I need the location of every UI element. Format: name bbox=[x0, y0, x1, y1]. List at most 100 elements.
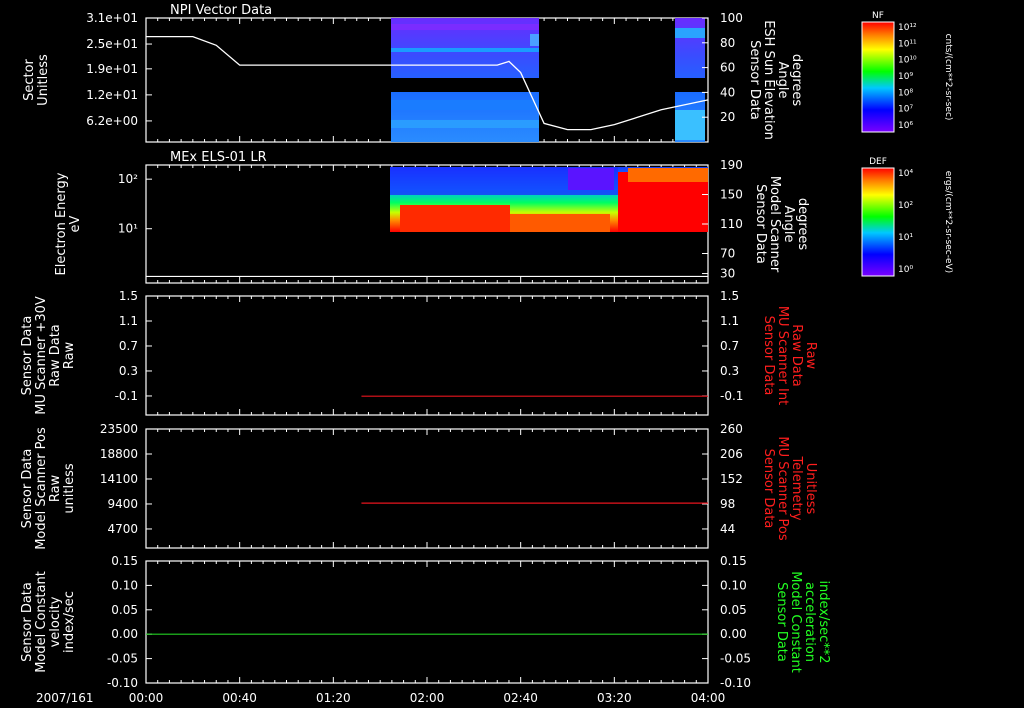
colorbar-units: ergs/(cm**2-sr-sec-eV) bbox=[943, 171, 953, 273]
ytick-right-p5: -0.10 bbox=[720, 676, 751, 690]
ytick-left-p1: 1.2e+01 bbox=[86, 88, 138, 102]
ytick-left-p4: 4700 bbox=[107, 522, 138, 536]
ytick-left-p2: 10² bbox=[118, 172, 138, 186]
ytick-right-p1: 100 bbox=[720, 11, 743, 25]
ytick-right-p5: 0.00 bbox=[720, 627, 747, 641]
ytick-right-p3: 0.7 bbox=[720, 339, 739, 353]
ytick-right-p4: 260 bbox=[720, 422, 743, 436]
els-spectrogram bbox=[390, 167, 708, 232]
ytick-left-p2: 10¹ bbox=[118, 222, 138, 236]
ytick-left-p4: 9400 bbox=[107, 497, 138, 511]
ylabel-left-line: index/sec bbox=[62, 591, 77, 653]
ytick-left-p4: 14100 bbox=[100, 472, 138, 486]
colorbar-tick: 10¹⁰ bbox=[898, 56, 917, 66]
ytick-right-p3: 0.3 bbox=[720, 364, 739, 378]
panel-frame-4 bbox=[145, 428, 709, 549]
ytick-left-p1: 6.2e+00 bbox=[86, 114, 138, 128]
panel-title-1: NPI Vector Data bbox=[170, 3, 272, 18]
ytick-left-p3: -0.1 bbox=[115, 389, 138, 403]
colorbar-tick: 10⁷ bbox=[898, 105, 913, 115]
ytick-right-p2: 30 bbox=[720, 267, 735, 281]
ylabel-left-p1: Sector Unitless bbox=[22, 54, 51, 106]
ylabel-left-line: Sensor Data bbox=[20, 582, 35, 662]
ylabel-left-line: unitless bbox=[62, 463, 77, 514]
ylabel-right-line: Sensor Data bbox=[753, 184, 768, 264]
ylabel-left-p2: Electron Energy eV bbox=[54, 172, 83, 275]
ytick-right-p2: 110 bbox=[720, 217, 743, 231]
ylabel-right-p5: Sensor Data Model Constant acceleration ind… bbox=[774, 571, 831, 673]
ytick-left-p3: 0.7 bbox=[119, 339, 138, 353]
xtick-label: 00:00 bbox=[129, 691, 164, 705]
ylabel-right-line: degrees bbox=[795, 198, 810, 251]
ytick-right-p3: 1.5 bbox=[720, 289, 739, 303]
ytick-right-p2: 70 bbox=[720, 247, 735, 261]
ytick-left-p3: 1.5 bbox=[119, 289, 138, 303]
xtick-label: 02:40 bbox=[503, 691, 538, 705]
ylabel-right-line: Sensor Data bbox=[761, 316, 776, 396]
ylabel-left-line: Raw Data bbox=[48, 324, 63, 387]
ytick-right-p1: 40 bbox=[720, 85, 735, 99]
panel-title-2: MEx ELS-01 LR bbox=[170, 150, 267, 165]
mission-plot: NPI Vector Data MEx ELS-01 LR 3.1e+01 2.5e+… bbox=[20, 3, 953, 705]
svg-text:ergs/(cm**2-sr-sec-eV): ergs/(cm**2-sr-sec-eV) bbox=[943, 171, 953, 273]
ytick-left-p5: -0.10 bbox=[107, 676, 138, 690]
ytick-left-p4: 18800 bbox=[100, 447, 138, 461]
colorbar-tick: 10⁹ bbox=[898, 72, 913, 82]
ylabel-right-p1: Sensor Data ESH Sun Elevation Angle degrees bbox=[747, 20, 804, 140]
ylabel-left-line: velocity bbox=[48, 596, 63, 647]
ylabel-right-line: MU Scanner Pos bbox=[775, 436, 790, 541]
colorbar-label: DEF bbox=[869, 157, 887, 167]
ytick-right-p2: 150 bbox=[720, 188, 743, 202]
ytick-right-p4: 152 bbox=[720, 472, 743, 486]
ytick-left-p1: 2.5e+01 bbox=[86, 37, 138, 51]
colorbar-tick: 10⁴ bbox=[898, 169, 913, 179]
ylabel-left-line: MU Scanner +30V bbox=[34, 296, 49, 415]
colorbar-tick: 10¹² bbox=[898, 23, 917, 33]
ylabel-right-line: degrees bbox=[789, 54, 804, 107]
xtick-label: 00:40 bbox=[222, 691, 257, 705]
date-label: 2007/161 bbox=[36, 691, 94, 705]
ytick-right-p5: 0.15 bbox=[720, 554, 747, 568]
colorbar-tick: 10⁰ bbox=[898, 265, 913, 275]
ylabel-right-line: Model Constant bbox=[788, 571, 803, 673]
ytick-left-p1: 1.9e+01 bbox=[86, 62, 138, 76]
ylabel-right-p4: Sensor Data MU Scanner Pos Telemetry Unitle… bbox=[761, 436, 818, 541]
ytick-right-p1: 20 bbox=[720, 110, 735, 124]
colorbar-tick: 10¹ bbox=[898, 233, 913, 243]
ytick-left-p1: 3.1e+01 bbox=[86, 11, 138, 25]
ytick-left-p5: 0.10 bbox=[111, 578, 138, 592]
ytick-right-p5: 0.10 bbox=[720, 578, 747, 592]
ytick-left-p3: 0.3 bbox=[119, 364, 138, 378]
ylabel-right-line: Raw Data bbox=[789, 324, 804, 387]
colorbar-units: cnts/(cm**2-sr-sec) bbox=[943, 34, 953, 121]
ytick-left-p5: 0.15 bbox=[111, 554, 138, 568]
ytick-right-p1: 60 bbox=[720, 61, 735, 75]
ylabel-left-line: Raw bbox=[48, 474, 63, 502]
panel-frame-5 bbox=[145, 560, 709, 684]
ylabel-left-p5: Sensor Data Model Constant velocity index/s… bbox=[20, 571, 77, 673]
ylabel-left-p3: Sensor Data MU Scanner +30V Raw Data Raw bbox=[20, 296, 77, 415]
ylabel-left-line: Raw bbox=[62, 341, 77, 369]
colorbar-label: NF bbox=[872, 11, 884, 21]
xtick-label: 02:00 bbox=[410, 691, 445, 705]
ytick-right-p1: 80 bbox=[720, 36, 735, 50]
ylabel-right-line: index/sec**2 bbox=[816, 580, 831, 663]
ylabel-left-line: Electron Energy bbox=[54, 172, 69, 275]
ytick-left-p4: 23500 bbox=[100, 422, 138, 436]
ytick-left-p5: 0.00 bbox=[111, 627, 138, 641]
svg-text:cnts/(cm**2-sr-sec): cnts/(cm**2-sr-sec) bbox=[943, 34, 953, 121]
ytick-left-p5: -0.05 bbox=[107, 652, 138, 666]
colorbar-tick: 10² bbox=[898, 201, 913, 211]
ytick-right-p3: 1.1 bbox=[720, 314, 739, 328]
ylabel-right-line: acceleration bbox=[802, 582, 817, 662]
ylabel-right-line: Sensor Data bbox=[774, 582, 789, 662]
ylabel-left-line: eV bbox=[68, 215, 83, 232]
xtick-label: 03:20 bbox=[597, 691, 632, 705]
ylabel-right-line: Sensor Data bbox=[747, 40, 762, 120]
ylabel-right-line: ESH Sun Elevation bbox=[761, 20, 776, 140]
ylabel-right-line: Angle bbox=[775, 62, 790, 99]
ylabel-left-line: Model Constant bbox=[34, 571, 49, 673]
ytick-right-p4: 44 bbox=[720, 522, 735, 536]
ylabel-left-line: Sensor Data bbox=[20, 449, 35, 529]
ytick-right-p5: 0.05 bbox=[720, 603, 747, 617]
